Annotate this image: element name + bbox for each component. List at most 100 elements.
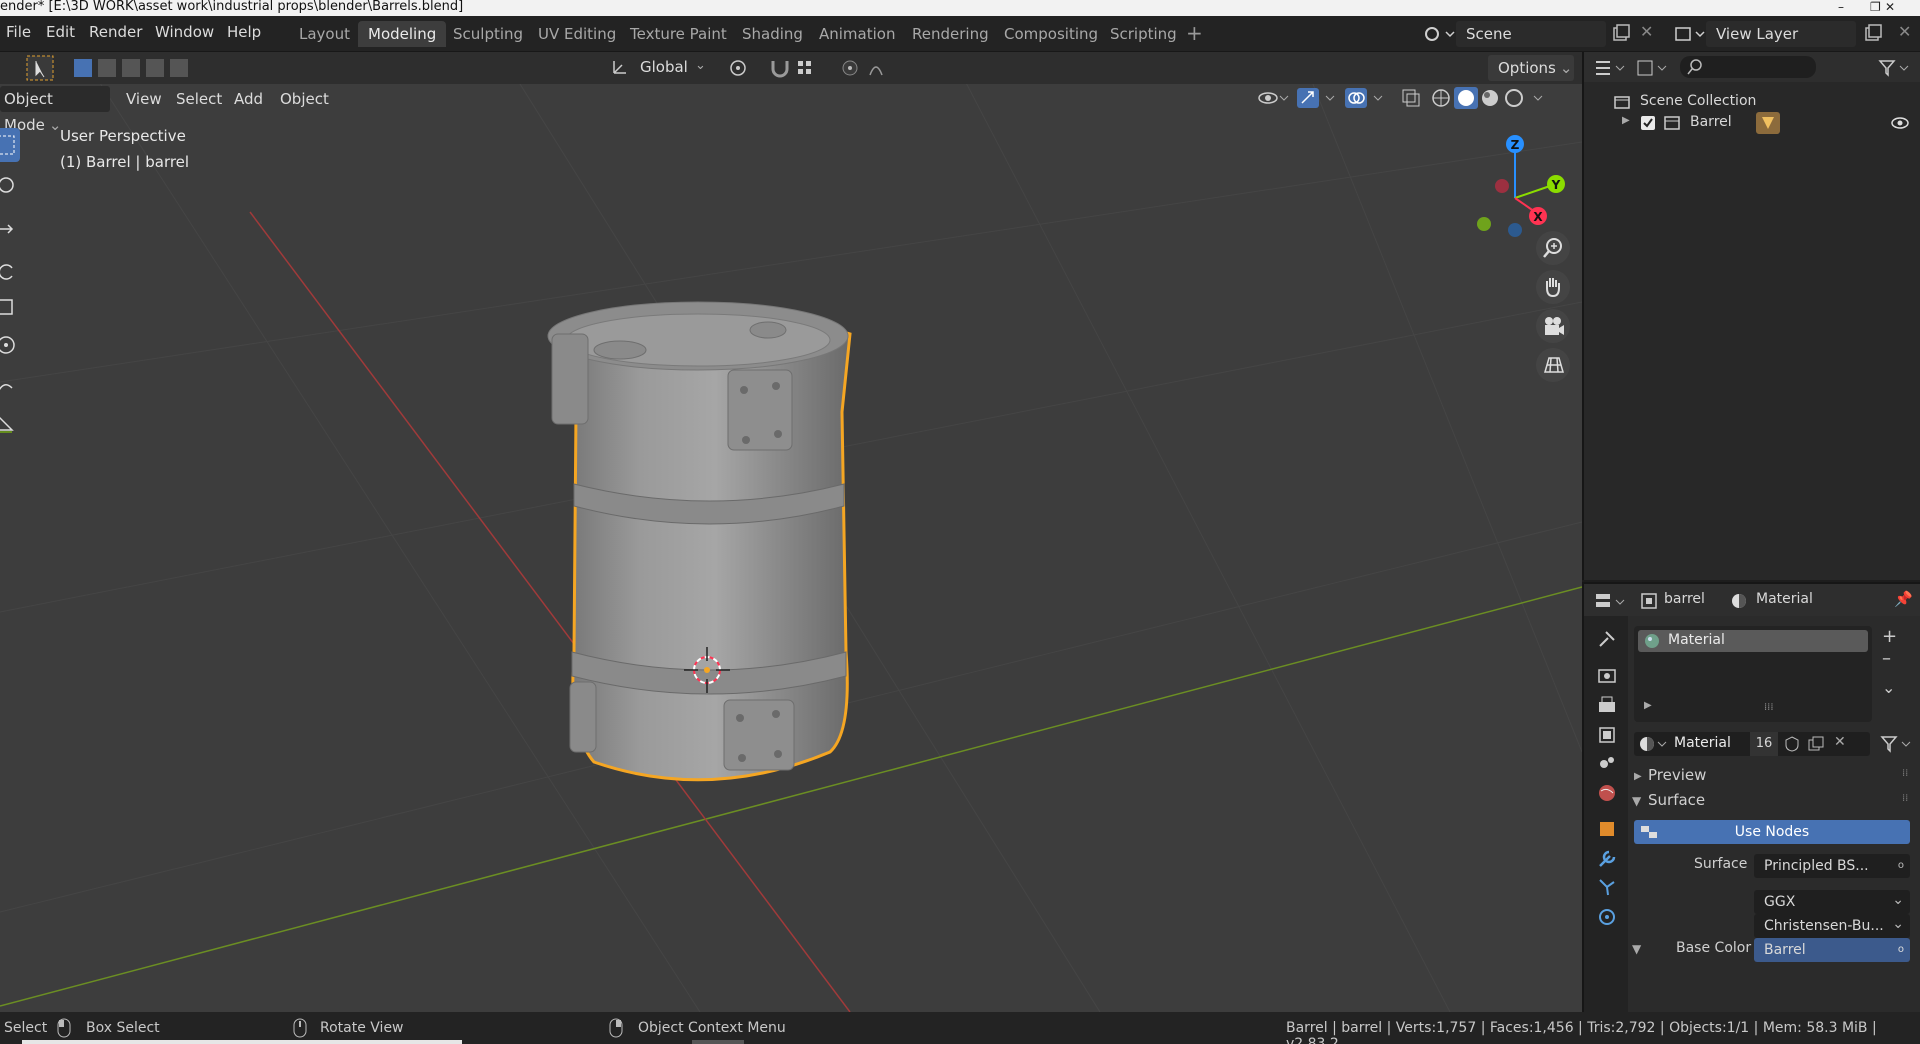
- measure-tool-icon[interactable]: [0, 406, 20, 440]
- editor-type-icon[interactable]: [1594, 58, 1630, 78]
- tab-modeling[interactable]: Modeling: [358, 21, 447, 47]
- menu-select[interactable]: Select: [176, 90, 222, 108]
- chevron-down-icon[interactable]: ⌄: [695, 58, 706, 73]
- restore-icon[interactable]: ❐: [1870, 0, 1881, 14]
- shading-mode-icons[interactable]: [1430, 87, 1552, 109]
- snap-target-icon[interactable]: [796, 57, 826, 79]
- particles-tab-icon[interactable]: [1594, 874, 1620, 900]
- material-name-field[interactable]: Material: [1674, 735, 1731, 751]
- scene-tab-icon[interactable]: [1594, 750, 1620, 776]
- delete-view-layer-icon[interactable]: ✕: [1898, 22, 1911, 41]
- menu-render[interactable]: Render: [89, 23, 142, 41]
- options-dropdown[interactable]: Options ⌄: [1488, 55, 1574, 81]
- barrel-object[interactable]: [530, 292, 890, 792]
- expand-arrow-icon[interactable]: ▶: [1634, 771, 1642, 782]
- visibility-eye-icon[interactable]: [1256, 87, 1292, 109]
- remove-slot-icon[interactable]: –: [1882, 648, 1891, 669]
- include-checkbox[interactable]: [1640, 115, 1656, 131]
- physics-tab-icon[interactable]: [1594, 904, 1620, 930]
- add-slot-icon[interactable]: +: [1882, 626, 1897, 647]
- scale-tool-icon[interactable]: [0, 290, 20, 324]
- cursor-tool-icon[interactable]: [0, 168, 20, 202]
- close-window-icon[interactable]: ✕: [1885, 0, 1895, 14]
- view-layer-browse-icon[interactable]: [1672, 22, 1708, 46]
- visibility-eye-icon[interactable]: [1890, 115, 1910, 131]
- tab-layout[interactable]: Layout: [289, 21, 360, 47]
- 3d-viewport[interactable]: Global ⌄ Options ⌄ Object Mode ⌄ View Sele…: [0, 52, 1582, 1012]
- editor-type-icon[interactable]: [1594, 592, 1630, 612]
- expand-arrow-icon[interactable]: ▶: [1644, 700, 1652, 711]
- new-scene-icon[interactable]: [1612, 24, 1630, 42]
- move-tool-icon[interactable]: [0, 212, 20, 246]
- menu-file[interactable]: File: [6, 23, 31, 41]
- navigation-gizmo[interactable]: Z Y X: [1460, 128, 1570, 248]
- modifier-tab-icon[interactable]: [1594, 846, 1620, 872]
- camera-view-icon[interactable]: [1536, 309, 1570, 343]
- surface-shader-field[interactable]: Principled BS... o: [1754, 854, 1910, 878]
- menu-window[interactable]: Window: [155, 23, 214, 41]
- tab-texture-paint[interactable]: Texture Paint: [620, 21, 737, 47]
- new-view-layer-icon[interactable]: [1864, 24, 1882, 42]
- material-browse-icon[interactable]: [1638, 735, 1670, 753]
- menu-edit[interactable]: Edit: [46, 23, 75, 41]
- tab-shading[interactable]: Shading: [732, 21, 813, 47]
- filter-icon[interactable]: [1878, 58, 1914, 78]
- output-tab-icon[interactable]: [1594, 692, 1620, 718]
- surface-section-label[interactable]: Surface: [1648, 791, 1705, 809]
- select-box-tool-icon[interactable]: [0, 128, 20, 162]
- fake-user-icon[interactable]: [1784, 736, 1800, 752]
- resize-handle-icon[interactable]: ⁞⁞⁞: [1764, 702, 1774, 713]
- tweak-tool-icon[interactable]: [26, 55, 54, 81]
- unlink-material-icon[interactable]: ✕: [1834, 734, 1846, 750]
- tool-tab-icon[interactable]: [1594, 626, 1620, 652]
- snap-icon[interactable]: [768, 57, 792, 79]
- outliner-item-barrel[interactable]: Barrel: [1690, 114, 1732, 130]
- transform-tool-icon[interactable]: [0, 328, 20, 362]
- tab-animation[interactable]: Animation: [809, 21, 905, 47]
- drag-handle-icon[interactable]: ⁞⁞: [1902, 793, 1908, 804]
- material-datablock[interactable]: Material 16 ✕: [1634, 732, 1870, 756]
- object-tab-icon[interactable]: [1594, 816, 1620, 842]
- material-slot-row[interactable]: Material: [1638, 630, 1868, 652]
- ortho-grid-icon[interactable]: [1536, 348, 1570, 382]
- pivot-point-icon[interactable]: [728, 57, 758, 79]
- preview-section-label[interactable]: Preview: [1648, 766, 1706, 784]
- base-color-field[interactable]: Barrel o: [1754, 938, 1910, 962]
- orientation-icon[interactable]: [612, 59, 628, 75]
- menu-add[interactable]: Add: [234, 90, 263, 108]
- tab-scripting[interactable]: Scripting: [1100, 21, 1187, 47]
- proportional-edit-icon[interactable]: [840, 57, 900, 79]
- collapse-arrow-icon[interactable]: ▼: [1632, 794, 1641, 808]
- tab-compositing[interactable]: Compositing: [994, 21, 1108, 47]
- user-count-badge[interactable]: 16: [1750, 732, 1778, 756]
- zoom-icon[interactable]: [1536, 231, 1570, 265]
- world-tab-icon[interactable]: [1594, 780, 1620, 806]
- use-nodes-button[interactable]: Use Nodes: [1634, 820, 1910, 844]
- display-mode-icon[interactable]: [1636, 58, 1672, 78]
- duplicate-material-icon[interactable]: [1808, 736, 1824, 752]
- scene-collection-label[interactable]: Scene Collection: [1640, 93, 1756, 109]
- rotate-tool-icon[interactable]: [0, 254, 20, 288]
- scene-field[interactable]: Scene: [1456, 21, 1606, 47]
- orientation-dropdown[interactable]: Global: [640, 58, 688, 76]
- minimize-icon[interactable]: –: [1838, 0, 1844, 14]
- tab-rendering[interactable]: Rendering: [902, 21, 999, 47]
- add-workspace-icon[interactable]: +: [1186, 21, 1203, 45]
- pan-hand-icon[interactable]: [1536, 270, 1570, 304]
- material-filter-icon[interactable]: [1880, 734, 1916, 754]
- mode-dropdown[interactable]: Object Mode ⌄: [0, 86, 110, 134]
- drag-handle-icon[interactable]: ⁞⁞: [1902, 768, 1908, 779]
- annotate-tool-icon[interactable]: [0, 370, 20, 404]
- collapse-arrow-icon[interactable]: ▼: [1632, 942, 1641, 956]
- slot-specials-icon[interactable]: ⌄: [1882, 678, 1895, 697]
- overlays-toggle-icon[interactable]: [1344, 87, 1388, 109]
- distribution-dropdown[interactable]: GGX ⌄: [1754, 890, 1910, 914]
- xray-toggle-icon[interactable]: [1400, 87, 1422, 109]
- expand-arrow-icon[interactable]: ▶: [1622, 115, 1630, 126]
- scene-browse-icon[interactable]: [1420, 22, 1456, 46]
- mesh-data-icon[interactable]: [1756, 112, 1780, 134]
- subsurface-method-dropdown[interactable]: Christensen-Bu... ⌄: [1754, 914, 1910, 938]
- outliner-search-input[interactable]: [1680, 56, 1816, 78]
- view-layer-field[interactable]: View Layer: [1706, 21, 1856, 47]
- menu-help[interactable]: Help: [227, 23, 261, 41]
